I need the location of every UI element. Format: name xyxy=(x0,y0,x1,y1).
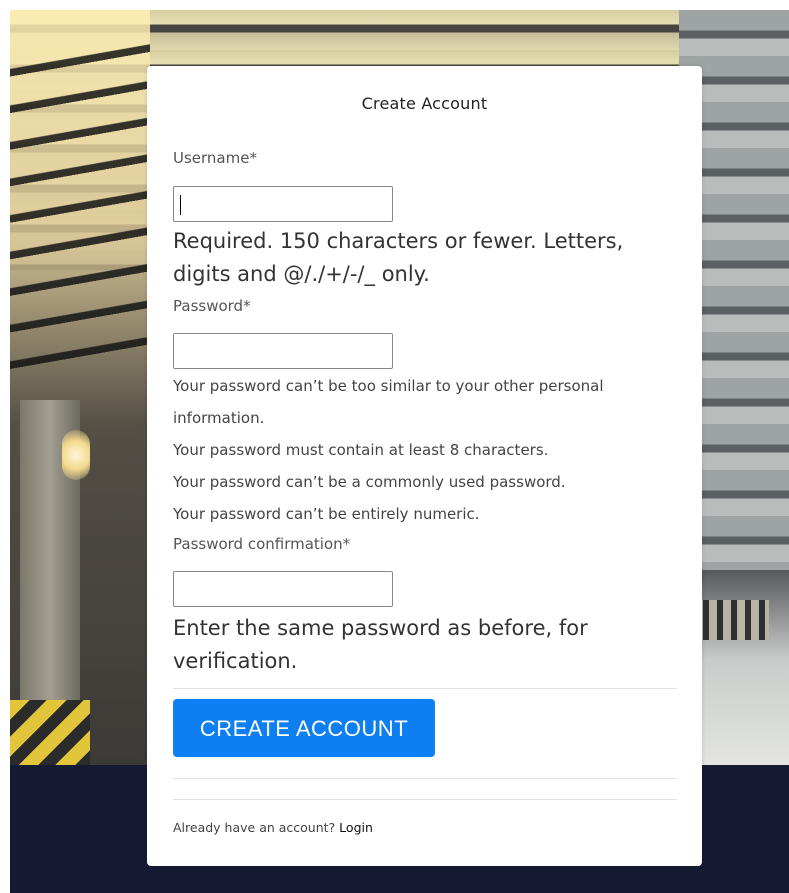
garage-lamp xyxy=(62,430,90,480)
garage-left-beams xyxy=(10,40,150,370)
login-prompt: Already have an account? Login xyxy=(173,820,373,835)
create-account-button[interactable]: CREATE ACCOUNT xyxy=(173,699,435,757)
password-help-item: Your password must contain at least 8 ch… xyxy=(173,441,549,459)
password-help-item: Your password can’t be entirely numeric. xyxy=(173,505,480,523)
divider xyxy=(173,778,677,779)
divider xyxy=(173,799,677,800)
password-help-list: Your password can’t be too similar to yo… xyxy=(173,370,688,530)
password-confirmation-label: Password confirmation* xyxy=(173,535,351,553)
password-input[interactable] xyxy=(173,333,393,369)
divider xyxy=(173,688,677,689)
password-confirmation-input[interactable] xyxy=(173,571,393,607)
page-title: Create Account xyxy=(361,94,488,113)
signup-card: Create Account Username* Required. 150 c… xyxy=(147,66,702,866)
login-link[interactable]: Login xyxy=(339,820,373,835)
password-confirmation-help-text: Enter the same password as before, for v… xyxy=(173,616,588,673)
username-label: Username* xyxy=(173,149,257,167)
username-help-text: Required. 150 characters or fewer. Lette… xyxy=(173,229,624,286)
password-help-item: Your password can’t be too similar to yo… xyxy=(173,377,604,427)
login-prompt-text: Already have an account? xyxy=(173,820,336,835)
hazard-stripe xyxy=(10,700,90,765)
text-caret xyxy=(180,195,181,215)
password-help-item: Your password can’t be a commonly used p… xyxy=(173,473,566,491)
username-input[interactable] xyxy=(173,186,393,222)
password-label: Password* xyxy=(173,297,251,315)
